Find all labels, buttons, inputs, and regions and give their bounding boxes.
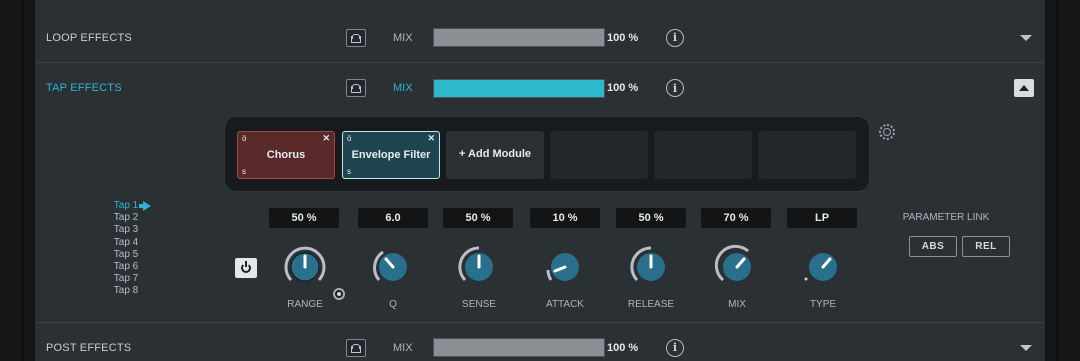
post-effects-title: POST EFFECTS xyxy=(46,341,132,354)
module-lock-icon[interactable]: ö xyxy=(347,134,351,143)
loop-effects-expand-chevron-icon[interactable] xyxy=(1020,34,1032,41)
mix-knob-value[interactable]: 70 % xyxy=(701,208,771,228)
loop-effects-mix-fill xyxy=(434,29,604,46)
module-slot-chorus[interactable]: ö ✕ Chorus s xyxy=(237,131,335,179)
power-icon xyxy=(241,261,251,273)
q-label: Q xyxy=(389,299,397,310)
q-value[interactable]: 6.0 xyxy=(358,208,428,228)
parameter-link-label: PARAMETER LINK xyxy=(902,212,990,223)
power-button[interactable] xyxy=(235,258,257,278)
range-value[interactable]: 50 % xyxy=(269,208,339,228)
tap-effects-title: TAP EFFECTS xyxy=(46,82,122,94)
settings-gear-icon[interactable] xyxy=(879,124,895,140)
q-knob[interactable] xyxy=(369,242,417,290)
module-lock-icon[interactable]: ö xyxy=(242,134,246,143)
tap-effects-mix-fill xyxy=(434,79,604,97)
tap-effects-mix-slider[interactable] xyxy=(433,78,605,98)
abs-button[interactable]: ABS xyxy=(909,236,957,257)
module-remove-icon[interactable]: ✕ xyxy=(322,133,330,144)
tap-item[interactable]: Tap 3 xyxy=(96,224,156,236)
mix-knob[interactable] xyxy=(713,242,761,290)
post-effects-mix-label: MIX xyxy=(393,341,413,354)
tap-item[interactable]: Tap 8 xyxy=(96,285,156,297)
release-knob[interactable] xyxy=(627,242,675,290)
add-module-button[interactable]: + Add Module xyxy=(446,131,544,179)
release-value[interactable]: 50 % xyxy=(616,208,686,228)
module-name: Envelope Filter xyxy=(351,149,431,161)
type-value[interactable]: LP xyxy=(787,208,857,228)
module-solo-icon[interactable]: s xyxy=(347,167,351,176)
post-effects-mix-value: 100 % xyxy=(607,341,639,354)
attack-label: ATTACK xyxy=(546,299,584,310)
effects-panel: LOOP EFFECTS MIX 100 % i TAP EFFECTS MIX… xyxy=(36,0,1044,361)
tap-effects-lock-icon[interactable] xyxy=(346,79,366,97)
tap-item[interactable]: Tap 2 xyxy=(96,212,156,224)
loop-effects-info-icon[interactable]: i xyxy=(666,28,684,47)
post-effects-lock-icon[interactable] xyxy=(346,338,366,357)
right-rail xyxy=(1044,0,1080,361)
attack-knob[interactable] xyxy=(541,242,589,290)
tap-item[interactable]: Tap 5 xyxy=(96,249,156,261)
loop-effects-title: LOOP EFFECTS xyxy=(46,31,132,44)
loop-effects-row: LOOP EFFECTS MIX 100 % i xyxy=(36,13,1044,63)
sense-knob[interactable] xyxy=(455,242,503,290)
module-solo-icon[interactable]: s xyxy=(242,167,246,176)
post-effects-info-icon[interactable]: i xyxy=(666,338,684,357)
mix-knob-label: MIX xyxy=(728,299,746,310)
tap-item[interactable]: Tap 7 xyxy=(96,273,156,285)
tap-list: Tap 1 Tap 2 Tap 3 Tap 4 Tap 5 Tap 6 Tap … xyxy=(96,200,156,298)
add-module-label: + Add Module xyxy=(458,148,531,160)
release-label: RELEASE xyxy=(627,299,675,310)
type-knob[interactable] xyxy=(799,242,847,290)
type-label: TYPE xyxy=(809,299,837,310)
module-rack: ö ✕ Chorus s ö ✕ Envelope Filter s + Add… xyxy=(224,116,870,192)
loop-effects-mix-label: MIX xyxy=(393,31,413,44)
module-name: Chorus xyxy=(266,149,306,161)
sense-value[interactable]: 50 % xyxy=(443,208,513,228)
tap-effects-collapse-button[interactable] xyxy=(1014,79,1034,97)
loop-effects-mix-slider[interactable] xyxy=(433,28,605,47)
range-knob[interactable] xyxy=(281,242,329,290)
post-effects-mix-slider[interactable] xyxy=(433,338,605,357)
left-rail xyxy=(0,0,36,361)
tap-effects-mix-label: MIX xyxy=(393,82,413,94)
module-slot-empty[interactable] xyxy=(550,131,648,179)
post-effects-mix-fill xyxy=(434,339,604,356)
active-tap-arrow-icon xyxy=(139,201,151,211)
tap-effects-info-icon[interactable]: i xyxy=(666,79,684,97)
tap-item[interactable]: Tap 6 xyxy=(96,261,156,273)
module-slot-empty[interactable] xyxy=(758,131,856,179)
loop-effects-lock-icon[interactable] xyxy=(346,28,366,47)
module-remove-icon[interactable]: ✕ xyxy=(427,133,435,144)
loop-effects-mix-value: 100 % xyxy=(607,31,639,44)
module-slot-envelope-filter[interactable]: ö ✕ Envelope Filter s xyxy=(342,131,440,179)
sense-label: SENSE xyxy=(462,299,496,310)
tap-item[interactable]: Tap 4 xyxy=(96,237,156,249)
tap-effects-mix-value: 100 % xyxy=(607,82,639,94)
range-label: RANGE xyxy=(287,299,323,310)
post-effects-expand-chevron-icon[interactable] xyxy=(1020,344,1032,351)
post-effects-row: POST EFFECTS MIX 100 % i xyxy=(36,322,1044,361)
module-slot-empty[interactable] xyxy=(654,131,752,179)
attack-value[interactable]: 10 % xyxy=(530,208,600,228)
rel-button[interactable]: REL xyxy=(962,236,1010,257)
tap-effects-row: TAP EFFECTS MIX 100 % i xyxy=(36,63,1044,113)
